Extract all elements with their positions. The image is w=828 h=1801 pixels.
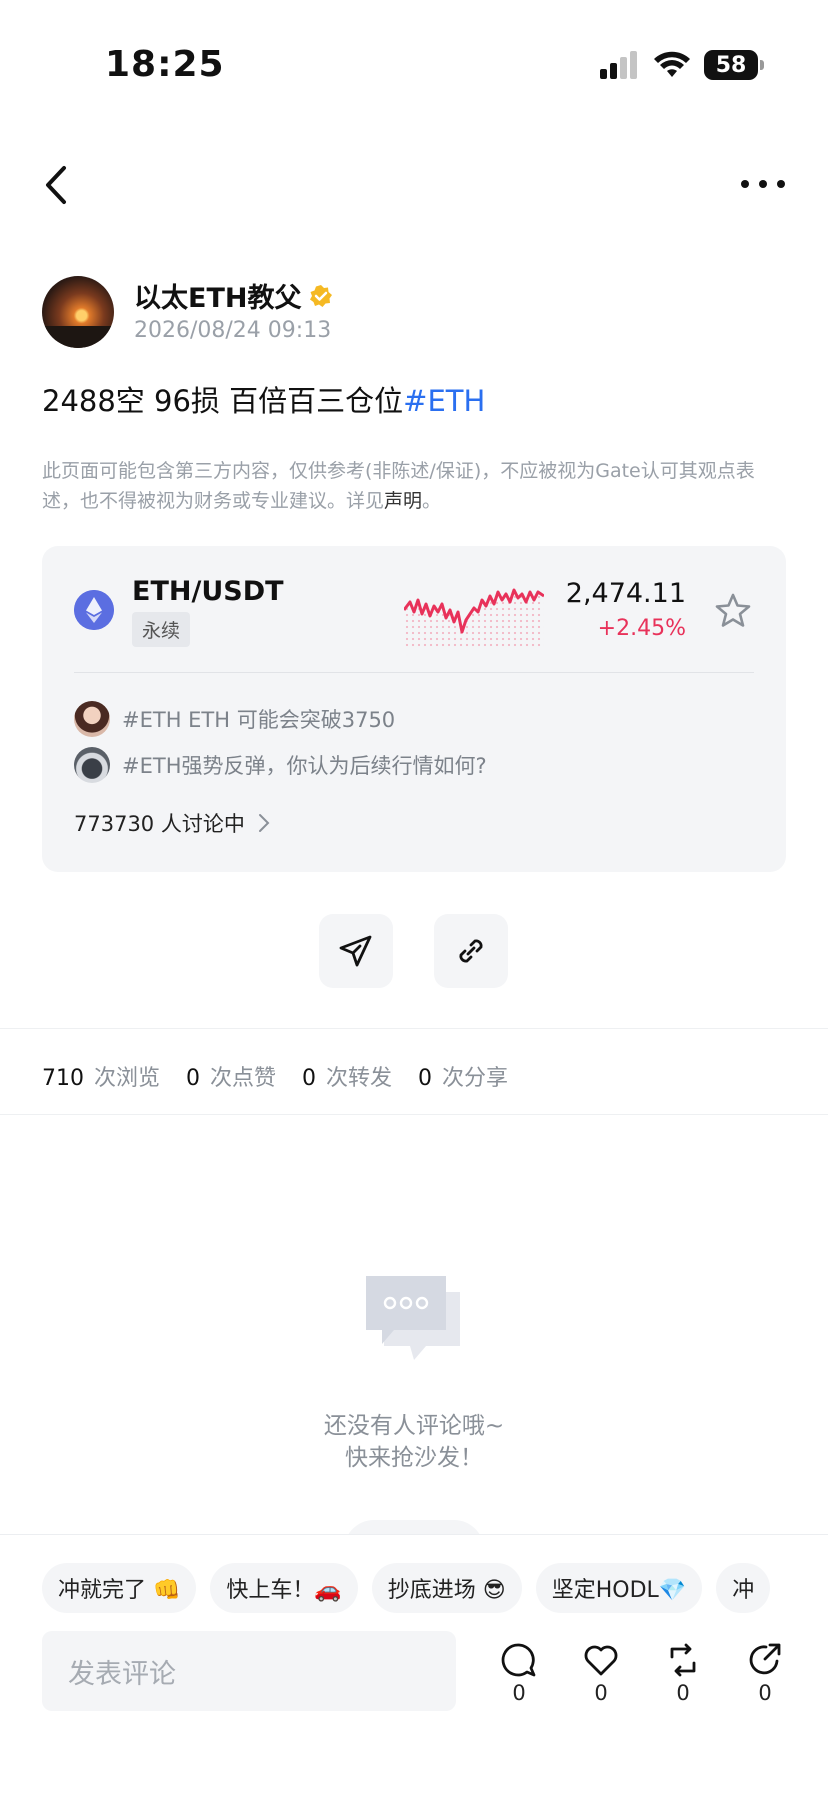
quick-reply-chip[interactable]: 冲就完了 👊 bbox=[42, 1563, 197, 1613]
stat-likes: 0 次点赞 bbox=[186, 1060, 276, 1092]
disclaimer: 此页面可能包含第三方内容，仅供参考(非陈述/保证)，不应被视为Gate认可其观点… bbox=[42, 456, 787, 516]
disclaimer-link[interactable]: 声明 bbox=[384, 490, 422, 512]
comment-input[interactable]: 发表评论 bbox=[42, 1631, 456, 1711]
stat-label: 次分享 bbox=[442, 1066, 509, 1091]
section-divider bbox=[0, 1114, 828, 1115]
discussion-count-link[interactable]: 773730 人讨论中 bbox=[74, 808, 271, 838]
favorite-star-button[interactable] bbox=[714, 592, 752, 630]
link-icon bbox=[459, 939, 483, 963]
more-options-button[interactable] bbox=[738, 164, 788, 204]
stat-label: 次点赞 bbox=[210, 1066, 277, 1091]
discussion-count: 773730 人讨论中 bbox=[74, 812, 245, 836]
comment-count: 0 bbox=[512, 1681, 526, 1705]
send-icon bbox=[339, 935, 372, 967]
status-bar: 18:25 58 bbox=[0, 0, 828, 130]
like-count: 0 bbox=[594, 1681, 608, 1705]
stat-number: 0 bbox=[302, 1066, 317, 1091]
post-content: 2488空 96损 百倍百三仓位#ETH bbox=[42, 378, 485, 420]
comment-button[interactable]: 0 bbox=[494, 1641, 544, 1705]
stat-number: 710 bbox=[42, 1066, 84, 1091]
stat-shares: 0 次分享 bbox=[418, 1060, 508, 1092]
empty-state-line2: 快来抢沙发！ bbox=[345, 1445, 483, 1471]
heart-icon bbox=[584, 1645, 618, 1676]
topic-item[interactable]: #ETH ETH 可能会突破3750 bbox=[74, 700, 395, 738]
author-avatar[interactable] bbox=[42, 276, 114, 348]
quick-replies: 冲就完了 👊 快上车！🚗 抄底进场 😎 坚定HODL💎 冲 bbox=[42, 1563, 828, 1615]
quick-reply-chip[interactable]: 快上车！🚗 bbox=[210, 1563, 358, 1613]
comment-placeholder: 发表评论 bbox=[68, 1658, 176, 1690]
like-button[interactable]: 0 bbox=[576, 1641, 626, 1705]
topic-avatar bbox=[74, 747, 110, 783]
topic-text: #ETH强势反弹，你认为后续行情如何? bbox=[122, 754, 487, 778]
topic-avatar bbox=[74, 701, 110, 737]
card-divider bbox=[74, 672, 754, 673]
empty-state-line1: 还没有人评论哦~ bbox=[323, 1413, 505, 1439]
back-button[interactable] bbox=[36, 160, 76, 210]
stat-number: 0 bbox=[418, 1066, 433, 1091]
market-card[interactable]: ETH/USDT 永续 2,474.11 +2.45% #ETH ETH 可能会… bbox=[42, 546, 786, 872]
send-to-button[interactable] bbox=[319, 914, 393, 988]
price-sparkline bbox=[404, 588, 544, 648]
topic-text: #ETH ETH 可能会突破3750 bbox=[122, 708, 396, 732]
comment-icon bbox=[501, 1643, 536, 1677]
stat-views: 710 次浏览 bbox=[42, 1060, 160, 1092]
share-count: 0 bbox=[758, 1681, 772, 1705]
stat-label: 次浏览 bbox=[94, 1066, 161, 1091]
eth-logo-icon bbox=[74, 590, 114, 630]
quick-reply-chip[interactable]: 冲 bbox=[716, 1563, 771, 1613]
post-timestamp: 2026/08/24 09:13 bbox=[134, 318, 332, 343]
status-time: 18:25 bbox=[105, 44, 225, 85]
repost-count: 0 bbox=[676, 1681, 690, 1705]
contract-type-badge: 永续 bbox=[132, 612, 191, 647]
author-name[interactable]: 以太ETH教父 bbox=[134, 276, 301, 315]
share-icon bbox=[749, 1643, 781, 1675]
repost-button[interactable]: 0 bbox=[658, 1641, 708, 1705]
stat-label: 次转发 bbox=[326, 1066, 393, 1091]
author-name-row[interactable]: 以太ETH教父 bbox=[134, 276, 333, 315]
empty-comments-icon bbox=[366, 1276, 460, 1360]
topic-item[interactable]: #ETH强势反弹，你认为后续行情如何? bbox=[74, 746, 487, 784]
verified-badge-icon bbox=[310, 284, 333, 307]
post-stats: 710 次浏览 0 次点赞 0 次转发 0 次分享 bbox=[42, 1060, 508, 1092]
top-nav bbox=[0, 150, 828, 220]
copy-link-button[interactable] bbox=[434, 914, 508, 988]
trading-pair: ETH/USDT bbox=[132, 576, 284, 607]
signal-icon bbox=[600, 51, 637, 79]
chevron-right-icon bbox=[258, 814, 270, 832]
price-value: 2,474.11 bbox=[565, 578, 686, 609]
repost-icon bbox=[670, 1643, 696, 1677]
wifi-icon bbox=[654, 51, 690, 77]
battery-level: 58 bbox=[715, 52, 747, 78]
author-header: 以太ETH教父 2026/08/24 09:13 bbox=[42, 276, 782, 350]
post-text: 2488空 96损 百倍百三仓位 bbox=[42, 384, 404, 418]
bottom-bar: 冲就完了 👊 快上车！🚗 抄底进场 😎 坚定HODL💎 冲 发表评论 0 0 0 0 bbox=[0, 1534, 828, 1801]
stat-reposts: 0 次转发 bbox=[302, 1060, 392, 1092]
post-hashtag-link[interactable]: #ETH bbox=[403, 384, 485, 418]
quick-reply-chip[interactable]: 抄底进场 😎 bbox=[371, 1563, 522, 1613]
share-button[interactable]: 0 bbox=[740, 1641, 790, 1705]
battery-icon: 58 bbox=[704, 50, 764, 80]
stat-number: 0 bbox=[186, 1066, 201, 1091]
quick-reply-chip[interactable]: 坚定HODL💎 bbox=[535, 1563, 703, 1613]
status-icons: 58 bbox=[600, 50, 764, 80]
disclaimer-end: 。 bbox=[422, 490, 442, 512]
section-divider bbox=[0, 1028, 828, 1029]
price-change: +2.45% bbox=[597, 616, 686, 641]
